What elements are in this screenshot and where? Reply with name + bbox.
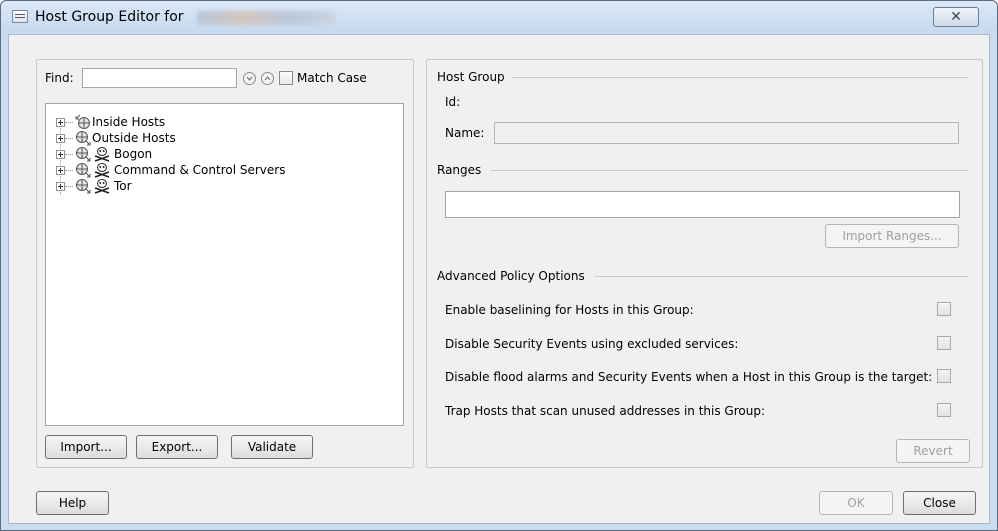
skull-crossbones-icon xyxy=(94,147,110,162)
disable-flood-alarms-label: Disable flood alarms and Security Events… xyxy=(445,370,933,384)
redacted-title-text xyxy=(197,11,335,25)
validate-button[interactable]: Validate xyxy=(231,435,313,459)
match-case-label: Match Case xyxy=(297,71,367,85)
trap-hosts-checkbox[interactable] xyxy=(937,403,951,417)
tree-connector xyxy=(65,122,73,123)
find-next-icon[interactable] xyxy=(243,72,256,85)
globe-icon xyxy=(76,147,91,162)
skull-crossbones-icon xyxy=(94,163,110,178)
globe-icon xyxy=(76,163,91,178)
disable-flood-alarms-checkbox[interactable] xyxy=(937,369,951,383)
tree-connector xyxy=(65,154,73,155)
tree-item-label: Bogon xyxy=(114,147,153,161)
host-group-section-title: Host Group xyxy=(437,70,505,84)
inside-hosts-icon xyxy=(75,114,90,129)
window-title: Host Group Editor for xyxy=(35,9,184,25)
import-ranges-button[interactable]: Import Ranges... xyxy=(825,224,959,248)
expand-icon[interactable] xyxy=(56,182,65,191)
ok-button[interactable]: OK xyxy=(819,491,893,515)
help-button[interactable]: Help xyxy=(36,491,109,515)
id-label: Id: xyxy=(445,95,461,109)
trap-hosts-label: Trap Hosts that scan unused addresses in… xyxy=(445,404,765,418)
tree-item-label: Outside Hosts xyxy=(92,131,176,145)
globe-icon xyxy=(76,179,91,194)
tree-item-label: Command & Control Servers xyxy=(114,163,286,177)
tree-item-label: Tor xyxy=(114,179,132,193)
expand-icon[interactable] xyxy=(56,150,65,159)
host-group-editor-window: Host Group Editor for ✕ Find: Match Case xyxy=(0,0,998,531)
export-button[interactable]: Export... xyxy=(136,435,218,459)
window-app-icon xyxy=(12,10,28,23)
find-label: Find: xyxy=(45,71,74,85)
tree-item-tor[interactable]: Tor xyxy=(46,178,386,194)
dialog-body: Find: Match Case Inside Hosts Outside Ho… xyxy=(8,34,990,524)
find-input[interactable] xyxy=(82,68,237,88)
host-group-tree[interactable]: Inside Hosts Outside Hosts Bogon Command… xyxy=(45,103,404,426)
close-icon: ✕ xyxy=(950,9,962,25)
window-close-button[interactable]: ✕ xyxy=(933,7,979,27)
tree-item-label: Inside Hosts xyxy=(92,115,166,129)
expand-icon[interactable] xyxy=(56,118,65,127)
globe-icon xyxy=(76,131,91,146)
import-button[interactable]: Import... xyxy=(45,435,127,459)
name-field[interactable] xyxy=(494,122,959,144)
skull-crossbones-icon xyxy=(94,179,110,194)
tree-connector xyxy=(65,170,73,171)
expand-icon[interactable] xyxy=(56,134,65,143)
match-case-checkbox[interactable] xyxy=(279,71,293,85)
disable-security-events-checkbox[interactable] xyxy=(937,336,951,350)
tree-connector xyxy=(65,186,73,187)
tree-item-outside-hosts[interactable]: Outside Hosts xyxy=(46,130,386,146)
advanced-policy-section-title: Advanced Policy Options xyxy=(437,269,585,283)
tree-connector xyxy=(65,138,73,139)
expand-icon[interactable] xyxy=(56,166,65,175)
tree-item-bogon[interactable]: Bogon xyxy=(46,146,386,162)
tree-item-inside-hosts[interactable]: Inside Hosts xyxy=(46,114,386,130)
section-divider xyxy=(491,170,968,171)
ranges-section-title: Ranges xyxy=(437,163,482,177)
name-label: Name: xyxy=(445,126,485,140)
disable-security-events-label: Disable Security Events using excluded s… xyxy=(445,337,739,351)
title-bar[interactable]: Host Group Editor for ✕ xyxy=(1,1,997,33)
section-divider xyxy=(512,77,968,78)
host-group-details-panel: Host Group Id: Name: Ranges Import Range… xyxy=(426,59,983,468)
enable-baselining-checkbox[interactable] xyxy=(937,302,951,316)
host-group-tree-panel: Find: Match Case Inside Hosts Outside Ho… xyxy=(36,59,414,468)
section-divider xyxy=(595,276,968,277)
ranges-input[interactable] xyxy=(445,191,960,218)
enable-baselining-label: Enable baselining for Hosts in this Grou… xyxy=(445,303,694,317)
tree-item-command-control-servers[interactable]: Command & Control Servers xyxy=(46,162,386,178)
find-previous-icon[interactable] xyxy=(261,72,274,85)
revert-button[interactable]: Revert xyxy=(896,439,970,463)
close-button[interactable]: Close xyxy=(903,491,976,515)
